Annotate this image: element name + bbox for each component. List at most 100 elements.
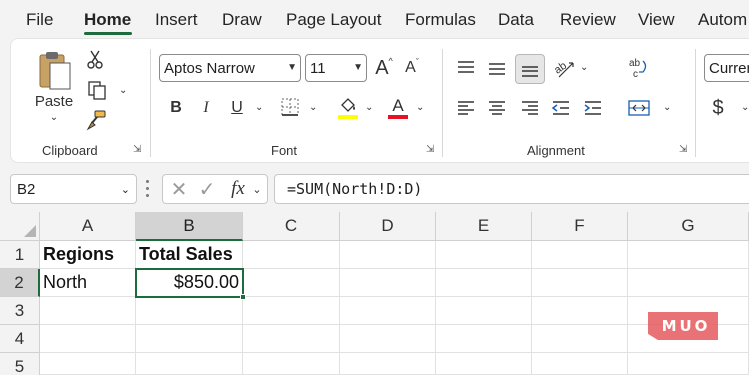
- wrap-text-button[interactable]: ab c: [625, 55, 651, 83]
- name-box[interactable]: B2 ⌄: [10, 174, 137, 204]
- tab-view[interactable]: View: [638, 10, 675, 30]
- formula-input[interactable]: =SUM(North!D:D): [274, 174, 749, 204]
- align-middle-button[interactable]: [485, 55, 509, 81]
- align-left-button[interactable]: [454, 95, 478, 121]
- cut-button[interactable]: [85, 49, 105, 71]
- cell-f4[interactable]: [532, 325, 628, 353]
- borders-button[interactable]: [279, 96, 301, 118]
- align-right-button[interactable]: [518, 95, 542, 121]
- fill-handle[interactable]: [240, 294, 246, 300]
- orientation-button[interactable]: ab: [551, 54, 577, 82]
- cell-d1[interactable]: [340, 241, 436, 269]
- format-painter-button[interactable]: [85, 109, 109, 131]
- cell-g1[interactable]: [628, 241, 749, 269]
- column-header-f[interactable]: F: [532, 212, 628, 241]
- cell-d2[interactable]: [340, 269, 436, 297]
- cell-f1[interactable]: [532, 241, 628, 269]
- increase-font-size-button[interactable]: A ^: [372, 54, 396, 82]
- bold-button[interactable]: B: [165, 95, 187, 121]
- chevron-down-icon[interactable]: ⌄: [251, 183, 263, 196]
- column-header-d[interactable]: D: [340, 212, 436, 241]
- tab-data[interactable]: Data: [498, 10, 534, 30]
- font-color-chevron-icon[interactable]: ⌄: [416, 102, 424, 113]
- cell-e2[interactable]: [436, 269, 532, 297]
- number-format-dropdown[interactable]: Curren: [704, 54, 749, 82]
- cell-a4[interactable]: [40, 325, 136, 353]
- decrease-font-size-button[interactable]: Aˇ: [400, 54, 424, 82]
- clipboard-launcher-icon[interactable]: ⇲: [133, 145, 143, 155]
- increase-indent-button[interactable]: [581, 95, 605, 121]
- cancel-icon[interactable]: ✕: [169, 179, 189, 201]
- borders-chevron-icon[interactable]: ⌄: [309, 102, 317, 113]
- cell-b4[interactable]: [136, 325, 243, 353]
- tab-automate[interactable]: Autom: [698, 10, 747, 30]
- cell-e3[interactable]: [436, 297, 532, 325]
- cell-d4[interactable]: [340, 325, 436, 353]
- cell-e4[interactable]: [436, 325, 532, 353]
- row-header-3[interactable]: 3: [0, 297, 40, 325]
- merge-center-button[interactable]: [625, 95, 653, 121]
- cell-c3[interactable]: [243, 297, 340, 325]
- column-header-e[interactable]: E: [436, 212, 532, 241]
- tab-file[interactable]: File: [26, 10, 53, 30]
- cell-f2[interactable]: [532, 269, 628, 297]
- copy-chevron-icon[interactable]: ⌄: [119, 85, 127, 96]
- copy-button[interactable]: [85, 79, 109, 101]
- cell-a2[interactable]: North: [40, 269, 136, 297]
- align-bottom-button[interactable]: [515, 54, 545, 84]
- tab-page-layout[interactable]: Page Layout: [286, 10, 381, 30]
- cell-b2[interactable]: $850.00: [136, 269, 243, 297]
- tab-draw[interactable]: Draw: [222, 10, 262, 30]
- tab-home[interactable]: Home: [84, 10, 131, 30]
- column-header-a[interactable]: A: [40, 212, 136, 241]
- underline-chevron-icon[interactable]: ⌄: [255, 102, 263, 113]
- row-header-2[interactable]: 2: [0, 269, 40, 297]
- align-center-button[interactable]: [485, 95, 509, 121]
- orientation-chevron-icon[interactable]: ⌄: [580, 62, 588, 73]
- cell-a1[interactable]: Regions: [40, 241, 136, 269]
- accounting-chevron-icon[interactable]: ⌄: [741, 102, 749, 113]
- cell-e5[interactable]: [436, 353, 532, 375]
- column-header-g[interactable]: G: [628, 212, 749, 241]
- row-header-1[interactable]: 1: [0, 241, 40, 269]
- select-all-button[interactable]: [0, 212, 40, 241]
- cell-g2[interactable]: [628, 269, 749, 297]
- alignment-launcher-icon[interactable]: ⇲: [679, 145, 689, 155]
- tab-formulas[interactable]: Formulas: [405, 10, 476, 30]
- cell-b3[interactable]: [136, 297, 243, 325]
- cell-c5[interactable]: [243, 353, 340, 375]
- tab-review[interactable]: Review: [560, 10, 616, 30]
- merge-chevron-icon[interactable]: ⌄: [663, 102, 671, 113]
- font-color-button[interactable]: A: [387, 95, 409, 121]
- fill-color-button[interactable]: [336, 95, 360, 121]
- cell-d3[interactable]: [340, 297, 436, 325]
- cell-c1[interactable]: [243, 241, 340, 269]
- fill-color-chevron-icon[interactable]: ⌄: [365, 102, 373, 113]
- cell-c2[interactable]: [243, 269, 340, 297]
- column-header-b[interactable]: B: [136, 212, 243, 241]
- italic-button[interactable]: I: [195, 95, 217, 121]
- cell-f3[interactable]: [532, 297, 628, 325]
- enter-check-icon[interactable]: ✓: [197, 179, 217, 201]
- insert-function-button[interactable]: fx: [227, 178, 249, 200]
- cell-a5[interactable]: [40, 353, 136, 375]
- paste-button[interactable]: Paste ⌄: [27, 49, 81, 129]
- cell-d5[interactable]: [340, 353, 436, 375]
- formula-bar-grip-icon[interactable]: [146, 180, 150, 198]
- cell-a3[interactable]: [40, 297, 136, 325]
- font-name-dropdown[interactable]: Aptos Narrow ▼: [159, 54, 301, 82]
- accounting-format-button[interactable]: $: [709, 95, 727, 121]
- underline-button[interactable]: U: [226, 95, 248, 121]
- row-header-5[interactable]: 5: [0, 353, 40, 375]
- cell-f5[interactable]: [532, 353, 628, 375]
- row-header-4[interactable]: 4: [0, 325, 40, 353]
- column-header-c[interactable]: C: [243, 212, 340, 241]
- font-size-dropdown[interactable]: 11 ▼: [305, 54, 367, 82]
- font-launcher-icon[interactable]: ⇲: [426, 145, 436, 155]
- cell-b1[interactable]: Total Sales: [136, 241, 243, 269]
- align-top-button[interactable]: [454, 55, 478, 81]
- cell-c4[interactable]: [243, 325, 340, 353]
- decrease-indent-button[interactable]: [549, 95, 573, 121]
- cell-e1[interactable]: [436, 241, 532, 269]
- cell-g5[interactable]: [628, 353, 749, 375]
